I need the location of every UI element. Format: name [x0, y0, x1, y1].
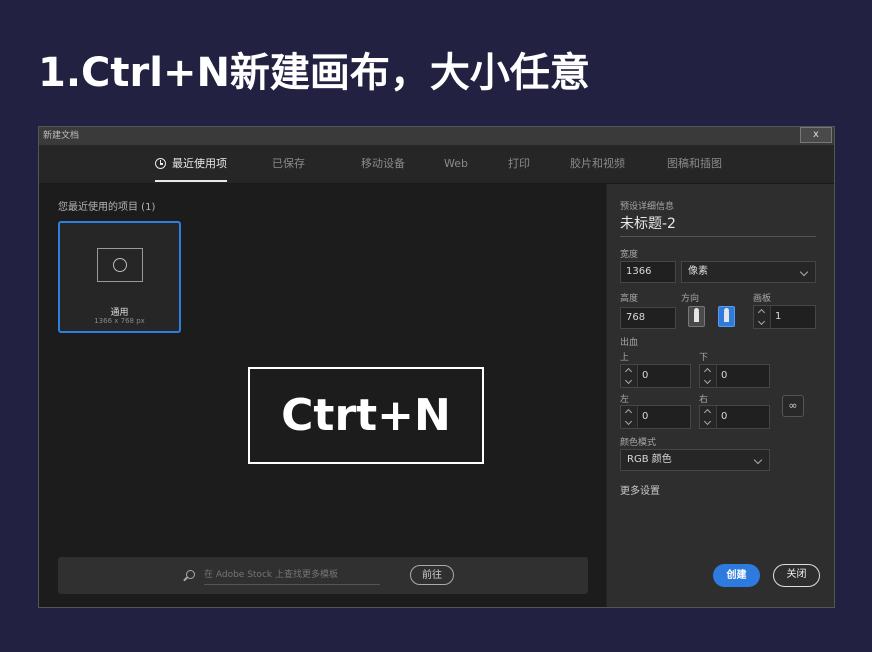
portrait-icon	[694, 308, 699, 322]
create-button[interactable]: 创建	[713, 564, 760, 587]
width-input[interactable]: 1366	[620, 261, 676, 283]
link-bleed-button[interactable]: ∞	[782, 395, 804, 417]
dialog-title: 新建文档	[43, 131, 80, 141]
stock-search-input[interactable]	[204, 566, 380, 585]
bleed-label: 出血	[620, 338, 639, 348]
preset-details-panel: 预设详细信息 未标题-2 宽度 1366 像素 高度 768 方向 画板 1 出…	[607, 184, 834, 607]
globe-icon	[113, 258, 127, 272]
bleed-left-stepper[interactable]: 0	[620, 405, 691, 429]
recent-items-label: 您最近使用的项目 (1)	[58, 202, 156, 213]
recent-panel: 您最近使用的项目 (1) 通用 1366 x 768 px Ctrt+N 前往	[39, 184, 606, 607]
new-document-dialog: 新建文档 x 最近使用项 已保存 移动设备 Web 打印 胶片和视频 图稿和插图…	[38, 126, 835, 608]
bleed-bottom-label: 下	[699, 353, 709, 363]
close-button[interactable]: 关闭	[773, 564, 820, 587]
preset-details-header: 预设详细信息	[620, 202, 675, 212]
chevron-down-icon	[753, 455, 763, 465]
document-name-field[interactable]: 未标题-2	[620, 214, 816, 237]
more-settings-link[interactable]: 更多设置	[620, 482, 660, 497]
height-label: 高度	[620, 294, 639, 304]
color-mode-label: 颜色模式	[620, 438, 657, 448]
chevron-down-icon	[703, 417, 712, 426]
chevron-up-icon	[757, 308, 766, 317]
bleed-top-label: 上	[620, 353, 630, 363]
tab-art-illustration[interactable]: 图稿和插图	[667, 145, 722, 182]
shortcut-overlay: Ctrt+N	[248, 367, 484, 464]
landscape-orientation-button[interactable]	[718, 306, 735, 327]
dialog-close-button[interactable]: x	[800, 127, 832, 143]
preset-thumbnail	[97, 248, 143, 282]
chevron-down-icon	[799, 267, 809, 277]
clock-icon	[155, 158, 166, 169]
chevron-down-icon	[624, 417, 633, 426]
stock-search-bar: 前往	[58, 557, 588, 594]
slide-title: 1.Ctrl+N新建画布，大小任意	[38, 50, 590, 96]
chevron-up-icon	[624, 408, 633, 417]
tab-recent[interactable]: 最近使用项	[155, 145, 227, 182]
bleed-left-label: 左	[620, 395, 630, 405]
bleed-right-label: 右	[699, 395, 709, 405]
link-icon: ∞	[788, 399, 798, 412]
orientation-label: 方向	[681, 294, 700, 304]
tab-print[interactable]: 打印	[508, 145, 530, 182]
landscape-icon	[724, 308, 729, 322]
chevron-up-icon	[624, 367, 633, 376]
bleed-right-stepper[interactable]: 0	[699, 405, 770, 429]
portrait-orientation-button[interactable]	[688, 306, 705, 327]
artboards-label: 画板	[753, 294, 772, 304]
chevron-down-icon	[757, 317, 766, 326]
tab-mobile[interactable]: 移动设备	[361, 145, 405, 182]
bleed-bottom-stepper[interactable]: 0	[699, 364, 770, 388]
unit-select[interactable]: 像素	[681, 261, 816, 283]
search-icon	[186, 570, 195, 579]
chevron-down-icon	[703, 376, 712, 385]
height-input[interactable]: 768	[620, 307, 676, 329]
tab-film-video[interactable]: 胶片和视频	[570, 145, 625, 182]
go-button[interactable]: 前往	[410, 565, 454, 585]
chevron-up-icon	[703, 408, 712, 417]
color-mode-select[interactable]: RGB 颜色	[620, 449, 770, 471]
recent-item-card[interactable]: 通用 1366 x 768 px	[58, 221, 181, 333]
preset-tabs: 最近使用项 已保存 移动设备 Web 打印 胶片和视频 图稿和插图	[39, 145, 834, 184]
tab-web[interactable]: Web	[444, 145, 468, 182]
tab-saved[interactable]: 已保存	[272, 145, 305, 182]
artboards-stepper[interactable]: 1	[753, 305, 816, 329]
chevron-down-icon	[624, 376, 633, 385]
preset-dimensions: 1366 x 768 px	[94, 317, 145, 325]
dialog-titlebar: 新建文档 x	[39, 127, 834, 145]
width-label: 宽度	[620, 250, 639, 260]
bleed-top-stepper[interactable]: 0	[620, 364, 691, 388]
chevron-up-icon	[703, 367, 712, 376]
